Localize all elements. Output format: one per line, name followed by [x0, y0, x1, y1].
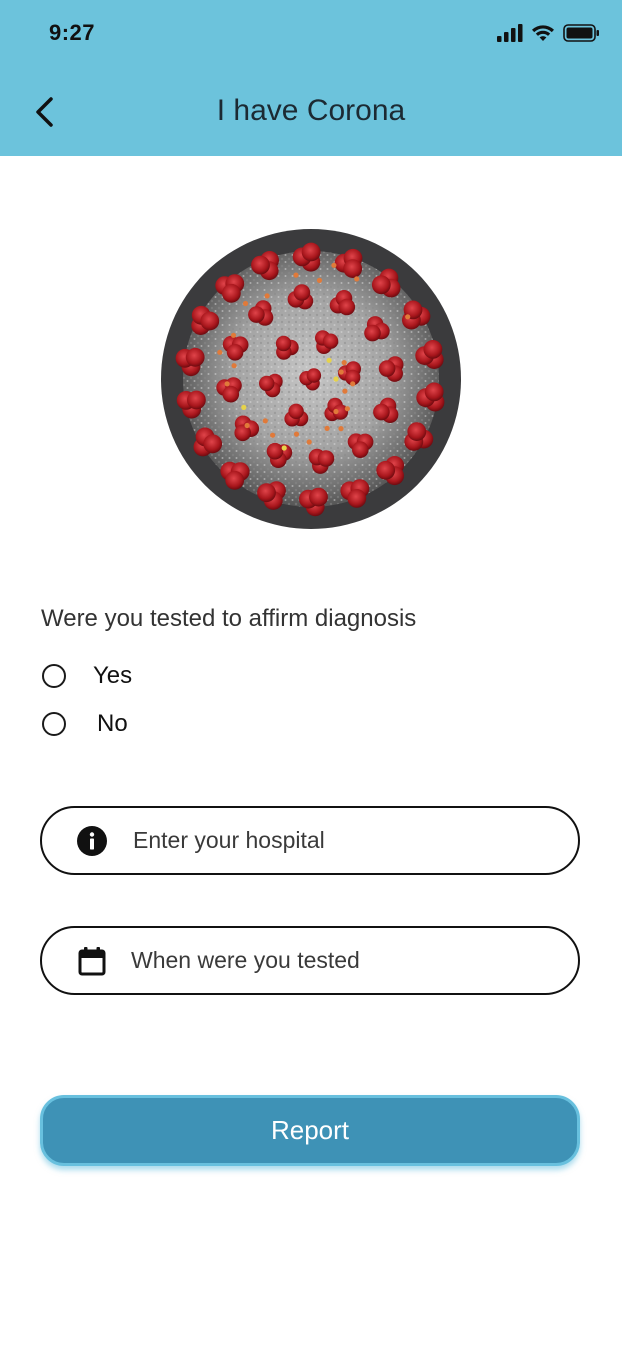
- app-header: 9:27 I have Corona: [0, 0, 622, 156]
- battery-icon: [563, 24, 599, 42]
- hospital-input[interactable]: Enter your hospital: [40, 806, 580, 875]
- calendar-icon: [76, 945, 108, 977]
- wifi-icon: [532, 25, 554, 41]
- page-title: I have Corona: [216, 94, 406, 127]
- diagnosis-question: Were you tested to affirm diagnosis: [41, 605, 417, 632]
- info-icon: [76, 825, 108, 857]
- radio-yes[interactable]: [42, 664, 66, 688]
- test-date-input[interactable]: When were you tested: [40, 926, 580, 995]
- option-yes[interactable]: Yes: [42, 662, 132, 690]
- hospital-placeholder: Enter your hospital: [133, 827, 325, 853]
- report-button-label: Report: [270, 1115, 350, 1145]
- test-date-placeholder: When were you tested: [131, 947, 360, 973]
- option-no[interactable]: No: [42, 710, 128, 738]
- status-icons: [497, 24, 600, 42]
- report-button[interactable]: Report: [40, 1095, 580, 1166]
- signal-icon: [497, 24, 523, 42]
- option-no-label: No: [97, 710, 128, 737]
- radio-no[interactable]: [42, 712, 66, 736]
- option-yes-label: Yes: [93, 662, 133, 689]
- coronavirus-image: [161, 229, 461, 529]
- status-time: 9:27: [49, 20, 96, 45]
- screen: 9:27 I have Corona Were you tested to af…: [0, 0, 622, 1345]
